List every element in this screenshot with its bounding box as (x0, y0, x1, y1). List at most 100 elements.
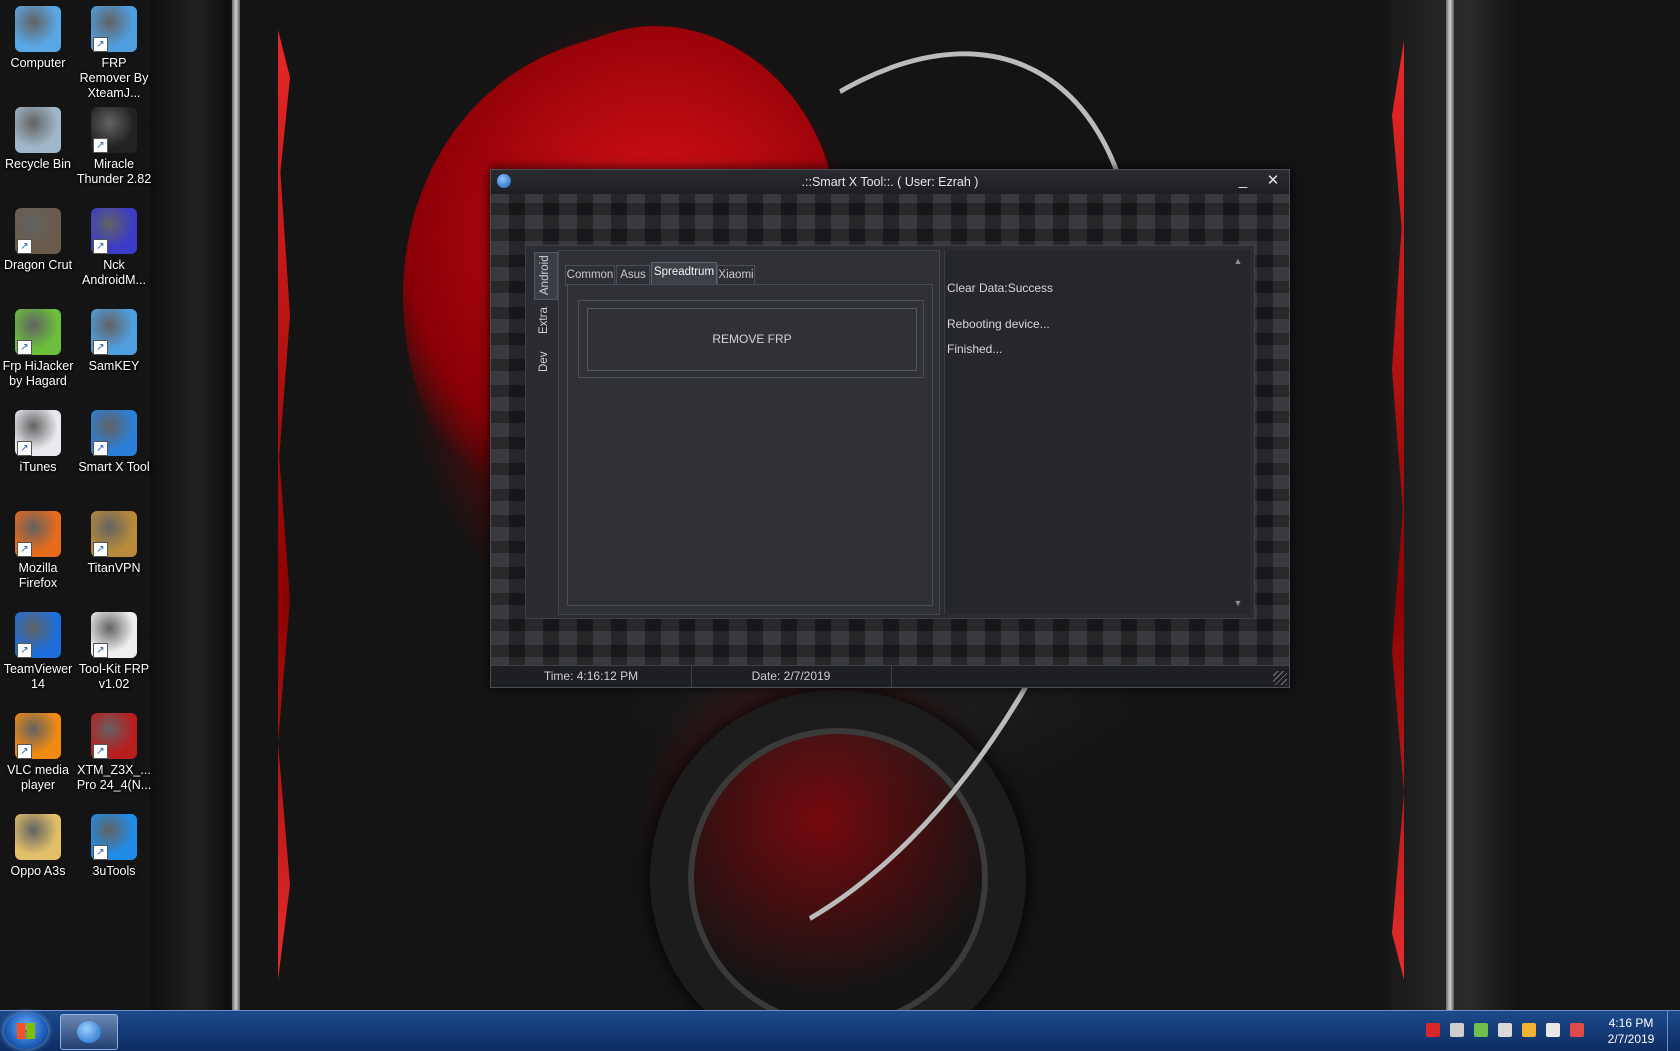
desktop-icon-computer[interactable]: Computer (0, 6, 76, 71)
desktop-icon-label: Computer (10, 56, 66, 70)
vtab-extra-label: Extra (538, 307, 550, 334)
nck-icon: ↗ (91, 208, 137, 254)
antivirus-icon[interactable] (1426, 1023, 1440, 1037)
vpn-shield-icon: ↗ (91, 511, 137, 557)
firefox-icon: ↗ (15, 511, 61, 557)
desktop-icon-label: Nck AndroidM... (82, 258, 146, 287)
shortcut-arrow-icon: ↗ (17, 744, 32, 759)
shortcut-arrow-icon: ↗ (17, 643, 32, 658)
desktop-icon-vlc[interactable]: ↗ VLC media player (0, 713, 76, 793)
wallpaper-right-panel (1390, 0, 1520, 1010)
log-line: Rebooting device... (947, 317, 1050, 331)
close-button[interactable]: ✕ (1259, 170, 1287, 192)
wallpaper-flame-left (278, 30, 290, 980)
shortcut-arrow-icon: ↗ (93, 138, 108, 153)
wallpaper-left-panel (150, 0, 230, 1010)
desktop-icon-label: Miracle Thunder 2.82 (76, 157, 152, 186)
computer-icon (15, 6, 61, 52)
taskbar-clock[interactable]: 4:16 PM 2/7/2019 (1596, 1015, 1666, 1047)
photo-icon: ↗ (15, 208, 61, 254)
log-line: Clear Data:Success (947, 281, 1054, 295)
tab-common[interactable]: Common (565, 265, 615, 286)
3utools-icon: ↗ (91, 814, 137, 860)
vtab-android-label: Android (539, 255, 551, 295)
tab-asus[interactable]: Asus (616, 265, 650, 286)
scroll-down-arrow-icon[interactable]: ▼ (1232, 598, 1244, 608)
vtab-extra[interactable]: Extra (534, 300, 556, 340)
tab-xiaomi[interactable]: Xiaomi (717, 265, 755, 286)
shortcut-arrow-icon: ↗ (17, 441, 32, 456)
minimize-button[interactable]: _ (1229, 170, 1257, 192)
desktop-icon-itunes[interactable]: ↗ iTunes (0, 410, 76, 475)
desktop-icon-oppo[interactable]: Oppo A3s (0, 814, 76, 879)
tab-spreadtrum[interactable]: Spreadtrum (651, 262, 717, 286)
weather-icon[interactable] (1522, 1023, 1536, 1037)
vtab-dev[interactable]: Dev (534, 342, 556, 376)
window-titlebar[interactable]: .::Smart X Tool::. ( User: Ezrah ) _ ✕ (491, 170, 1289, 194)
frp-group-box: REMOVE FRP (578, 300, 924, 378)
shortcut-arrow-icon: ↗ (17, 239, 32, 254)
desktop-icon-toolkit-frp[interactable]: ↗ Tool-Kit FRP v1.02 (76, 612, 152, 692)
log-output-pane[interactable]: ▲ Clear Data:Success Rebooting device...… (944, 250, 1250, 614)
volume-icon[interactable] (1498, 1023, 1512, 1037)
desktop-icon-label: Oppo A3s (10, 864, 66, 878)
gorilla-icon: ↗ (91, 612, 137, 658)
shortcut-arrow-icon: ↗ (93, 845, 108, 860)
shortcut-arrow-icon: ↗ (17, 542, 32, 557)
desktop-icon-label: 3uTools (92, 864, 136, 878)
smart-x-tool-window[interactable]: .::Smart X Tool::. ( User: Ezrah ) _ ✕ A… (490, 169, 1290, 688)
shortcut-arrow-icon: ↗ (93, 37, 108, 52)
desktop-icon-3utools[interactable]: ↗ 3uTools (76, 814, 152, 879)
desktop-icon-recycle-bin[interactable]: Recycle Bin (0, 107, 76, 172)
status-date: Date: 2/7/2019 (691, 666, 892, 687)
windows-logo-icon (17, 1023, 35, 1039)
vtab-android[interactable]: Android (534, 252, 558, 300)
shortcut-arrow-icon: ↗ (93, 441, 108, 456)
resize-grip-icon[interactable] (1273, 671, 1287, 685)
desktop-icon-samkey[interactable]: ↗ SamKEY (76, 309, 152, 374)
main-panel: Android Extra Dev Common Asus Spreadtrum… (525, 245, 1255, 619)
android-tab-pane: Common Asus Spreadtrum Xiaomi REMOVE FRP (558, 250, 940, 615)
desktop-icon-dragon-crut[interactable]: ↗ Dragon Crut (0, 208, 76, 273)
shortcut-arrow-icon: ↗ (93, 643, 108, 658)
desktop-icon-label: Tool-Kit FRP v1.02 (78, 662, 150, 691)
desktop-icon-label: TeamViewer 14 (3, 662, 73, 691)
show-desktop-button[interactable] (1667, 1011, 1680, 1051)
desktop-icon-label: XTM_Z3X_... Pro 24_4(N... (76, 763, 152, 792)
desktop-icon-firefox[interactable]: ↗ Mozilla Firefox (0, 511, 76, 591)
desktop-icon-smart-x[interactable]: ↗ Smart X Tool (76, 410, 152, 475)
desktop-icon-label: Dragon Crut (3, 258, 73, 272)
desktop-icon-label: Smart X Tool (78, 460, 150, 474)
desktop-icon-miracle[interactable]: ↗ Miracle Thunder 2.82 (76, 107, 152, 187)
shortcut-arrow-icon: ↗ (93, 340, 108, 355)
itunes-icon: ↗ (15, 410, 61, 456)
desktop-icon-label: FRP Remover By XteamJ... (79, 56, 149, 100)
action-center-flag-icon[interactable] (1570, 1023, 1584, 1037)
desktop-icon-label: Frp HiJacker by Hagard (2, 359, 74, 388)
desktop-icon-titanvpn[interactable]: ↗ TitanVPN (76, 511, 152, 576)
desktop-icon-xtm[interactable]: ↗ XTM_Z3X_... Pro 24_4(N... (76, 713, 152, 793)
clock-date: 2/7/2019 (1607, 1032, 1655, 1046)
window-statusbar: Time: 4:16:12 PM Date: 2/7/2019 (491, 665, 1289, 687)
key-shield-icon: ↗ (91, 309, 137, 355)
desktop-icon-label: Recycle Bin (5, 157, 71, 171)
desktop-icon-teamviewer[interactable]: ↗ TeamViewer 14 (0, 612, 76, 692)
desktop-icon-frp-remover[interactable]: ↗ FRP Remover By XteamJ... (76, 6, 152, 101)
network-icon[interactable] (1474, 1023, 1488, 1037)
android-icon: ↗ (91, 410, 137, 456)
scroll-up-arrow-icon[interactable]: ▲ (1232, 256, 1244, 266)
desktop-icon-frp-hijacker[interactable]: ↗ Frp HiJacker by Hagard (0, 309, 76, 389)
remove-frp-button[interactable]: REMOVE FRP (587, 308, 917, 371)
log-line: Finished... (947, 342, 1003, 356)
wallpaper-pillar-right (1446, 0, 1454, 1010)
usb-device-icon[interactable] (1450, 1023, 1464, 1037)
start-button[interactable] (4, 1013, 48, 1049)
desktop-icon-label: SamKEY (88, 359, 140, 373)
taskbar-smart-x-tool[interactable] (60, 1014, 118, 1050)
browser-icon[interactable] (1546, 1023, 1560, 1037)
key-icon: ↗ (91, 6, 137, 52)
taskbar: 4:16 PM 2/7/2019 (0, 1010, 1680, 1051)
desktop-icon-nck[interactable]: ↗ Nck AndroidM... (76, 208, 152, 288)
shortcut-arrow-icon: ↗ (93, 542, 108, 557)
window-title: .::Smart X Tool::. ( User: Ezrah ) (801, 175, 979, 189)
